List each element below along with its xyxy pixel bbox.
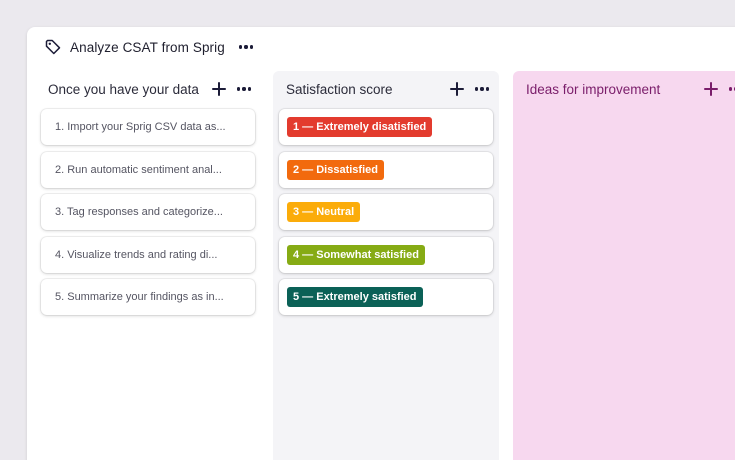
column-header: Once you have your data — [48, 80, 251, 98]
board-more-options-icon[interactable] — [238, 40, 254, 54]
card[interactable]: 2 — Dissatisfied — [279, 151, 493, 188]
score-label: 3 — Neutral — [287, 202, 361, 222]
score-label: 2 — Dissatisfied — [287, 159, 384, 180]
card[interactable]: 4 — Somewhat satisfied — [279, 236, 493, 273]
card[interactable]: 2. Run automatic sentiment anal... — [41, 151, 255, 188]
column-title: Ideas for improvement — [526, 81, 661, 97]
card[interactable]: 1. Import your Sprig CSV data as... — [41, 109, 255, 145]
add-card-plus-icon[interactable] — [703, 82, 718, 96]
tag-icon — [44, 38, 62, 56]
card-list: 1 — Extremely disatisfied 2 — Dissatisfi… — [279, 109, 493, 322]
column-steps: Once you have your data 1. Import your S… — [35, 71, 261, 460]
card[interactable]: 5. Summarize your findings as in... — [41, 279, 255, 315]
column-more-options-icon[interactable] — [474, 82, 489, 96]
add-card-plus-icon[interactable] — [449, 82, 464, 96]
score-label: 4 — Somewhat satisfied — [287, 244, 425, 265]
card[interactable]: 5 — Extremely satisfied — [279, 279, 493, 315]
card[interactable]: 3 — Neutral — [279, 194, 493, 230]
board-header: Analyze CSAT from Sprig — [44, 38, 254, 56]
column-ideas-for-improvement: Ideas for improvement — [513, 71, 735, 460]
card[interactable]: 3. Tag responses and categorize... — [41, 194, 255, 230]
board-title: Analyze CSAT from Sprig — [70, 39, 225, 55]
board: Analyze CSAT from Sprig Once you have yo… — [27, 27, 735, 460]
column-more-options-icon[interactable] — [728, 82, 735, 96]
card[interactable]: 4. Visualize trends and rating di... — [41, 236, 255, 273]
column-more-options-icon[interactable] — [236, 82, 251, 96]
card[interactable]: 1 — Extremely disatisfied — [279, 109, 493, 145]
score-label: 1 — Extremely disatisfied — [287, 117, 433, 137]
add-card-plus-icon[interactable] — [211, 82, 226, 96]
score-label: 5 — Extremely satisfied — [287, 287, 423, 307]
column-title: Satisfaction score — [286, 81, 393, 97]
column-title: Once you have your data — [48, 81, 199, 97]
column-satisfaction-score: Satisfaction score 1 — Extremely disatis… — [273, 71, 499, 460]
card-list: 1. Import your Sprig CSV data as... 2. R… — [41, 109, 255, 322]
column-header: Satisfaction score — [286, 80, 489, 98]
column-header: Ideas for improvement — [526, 80, 735, 98]
